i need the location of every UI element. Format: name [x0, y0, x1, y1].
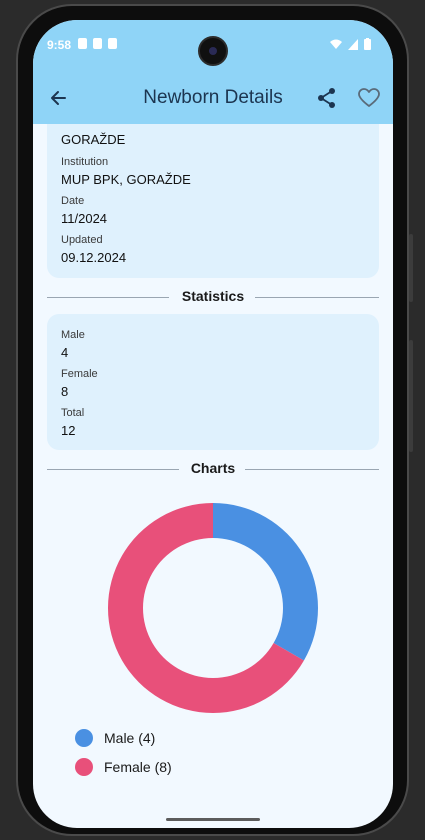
volume-button — [409, 234, 413, 302]
donut-slice-male — [213, 503, 318, 661]
field-label: Institution — [61, 156, 109, 168]
donut-chart — [108, 503, 318, 713]
legend-swatch — [75, 758, 93, 776]
legend-swatch — [75, 729, 93, 747]
status-time: 9:58 — [47, 38, 72, 52]
heart-outline-icon — [358, 88, 380, 107]
app-bar: Newborn Details — [33, 76, 393, 120]
statistics-divider: Statistics — [47, 288, 379, 306]
field-label: Female — [61, 368, 98, 380]
legend-item-male: Male (4) — [75, 728, 155, 748]
notification-icons — [78, 38, 117, 49]
screen: 9:58 Newborn Details GORAŽDE Institution… — [33, 20, 393, 828]
shield-icon — [93, 38, 102, 49]
wifi-icon — [330, 39, 342, 49]
field-value: MUP BPK, GORAŽDE — [61, 172, 191, 187]
legend-label: Female (8) — [104, 759, 172, 775]
front-camera — [198, 36, 228, 66]
field-label: Date — [61, 195, 85, 207]
details-card: GORAŽDE Institution MUP BPK, GORAŽDE Dat… — [47, 124, 379, 278]
vpn-icon — [78, 38, 87, 49]
divider-line — [255, 297, 379, 298]
section-heading: Charts — [190, 460, 236, 476]
legend-item-female: Female (8) — [75, 757, 172, 777]
field-value: 8 — [61, 384, 69, 399]
field-value: 12 — [61, 423, 76, 438]
share-button[interactable] — [313, 84, 341, 112]
battery-icon — [364, 38, 371, 50]
field-label: Total — [61, 407, 85, 419]
field-value: 09.12.2024 — [61, 250, 127, 265]
signal-icon — [348, 38, 358, 50]
section-heading: Statistics — [181, 288, 245, 304]
power-button — [409, 340, 413, 452]
partial-value: GORAŽDE — [61, 132, 126, 147]
share-icon — [318, 88, 335, 108]
field-label: Male — [61, 329, 85, 341]
status-bar: 9:58 — [33, 20, 393, 70]
home-indicator[interactable] — [166, 818, 260, 821]
top-bar: 9:58 Newborn Details — [33, 20, 393, 124]
field-label: Updated — [61, 234, 103, 246]
statistics-card: Male 4 Female 8 Total 12 — [47, 314, 379, 450]
scroll-content[interactable]: GORAŽDE Institution MUP BPK, GORAŽDE Dat… — [33, 124, 393, 828]
field-value: 4 — [61, 345, 69, 360]
system-icons — [330, 38, 371, 50]
favorite-button[interactable] — [355, 84, 383, 112]
divider-line — [245, 469, 379, 470]
legend-label: Male (4) — [104, 730, 156, 746]
field-value: 11/2024 — [61, 211, 108, 226]
charts-divider: Charts — [47, 460, 379, 478]
sim-icon — [108, 38, 117, 49]
